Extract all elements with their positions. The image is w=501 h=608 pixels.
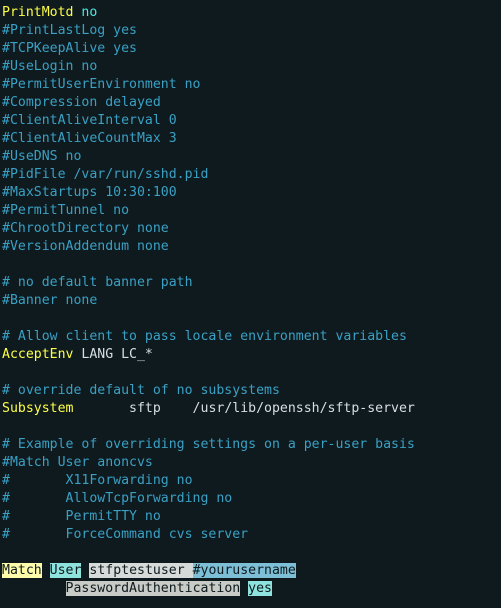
token-comment: #Match User anoncvs (2, 455, 153, 470)
token-comment: # ForceCommand cvs server (2, 527, 248, 542)
token-comment: # PermitTTY no (2, 509, 161, 524)
token-kw: AcceptEnv (2, 347, 73, 362)
token-hl-user: User (50, 563, 82, 578)
token-comment: #Compression delayed (2, 95, 161, 110)
token-plain: LANG LC_* (73, 347, 152, 362)
token-comment: # override default of no subsystems (2, 383, 280, 398)
token-comment: #UseDNS no (2, 149, 81, 164)
config-line: #PermitUserEnvironment no (2, 77, 201, 92)
config-line: Match User stfptestuser #yourusername (2, 563, 296, 578)
config-line: #PermitTunnel no (2, 203, 129, 218)
token-comment: #UseLogin no (2, 59, 97, 74)
token-hl-yes: yes (248, 581, 272, 596)
token-comment: # Example of overriding settings on a pe… (2, 437, 415, 452)
config-line: # Example of overriding settings on a pe… (2, 437, 415, 452)
config-file-editor[interactable]: PrintMotd no #PrintLastLog yes #TCPKeepA… (0, 0, 501, 598)
token-comment: # X11Forwarding no (2, 473, 193, 488)
config-line: #ClientAliveCountMax 3 (2, 131, 177, 146)
token-hl-comment: #yourusername (193, 563, 296, 578)
config-line: # no default banner path (2, 275, 193, 290)
config-line: #MaxStartups 10:30:100 (2, 185, 177, 200)
config-line: # PermitTTY no (2, 509, 161, 524)
token-comment: #ChrootDirectory none (2, 221, 169, 236)
config-line: #UseDNS no (2, 149, 81, 164)
token-comment: #PidFile /var/run/sshd.pid (2, 167, 208, 182)
token-comment: #TCPKeepAlive yes (2, 41, 137, 56)
token-comment: # no default banner path (2, 275, 193, 290)
config-line: PasswordAuthentication yes (2, 581, 272, 596)
config-line: #TCPKeepAlive yes (2, 41, 137, 56)
config-line: AcceptEnv LANG LC_* (2, 347, 153, 362)
token-comment: #VersionAddendum none (2, 239, 169, 254)
token-comment: #PermitTunnel no (2, 203, 129, 218)
token-plain (2, 581, 66, 596)
token-hl-pa: PasswordAuthentication (66, 581, 241, 596)
token-plain (240, 581, 248, 596)
token-kw: PrintMotd (2, 5, 73, 20)
config-line: PrintMotd no (2, 5, 97, 20)
token-plain (42, 563, 50, 578)
config-line: # X11Forwarding no (2, 473, 193, 488)
config-line: #Banner none (2, 293, 97, 308)
token-hl-plain: stfptestuser (89, 563, 192, 578)
config-line: #PrintLastLog yes (2, 23, 137, 38)
token-comment: # Allow client to pass locale environmen… (2, 329, 407, 344)
config-line: #Compression delayed (2, 95, 161, 110)
token-kw: Subsystem (2, 401, 73, 416)
token-comment: #PermitUserEnvironment no (2, 77, 201, 92)
token-comment: # AllowTcpForwarding no (2, 491, 232, 506)
token-val: no (81, 5, 97, 20)
config-line: # override default of no subsystems (2, 383, 280, 398)
config-line: #VersionAddendum none (2, 239, 169, 254)
config-line: # AllowTcpForwarding no (2, 491, 232, 506)
config-line: #ClientAliveInterval 0 (2, 113, 177, 128)
config-line: #ChrootDirectory none (2, 221, 169, 236)
token-comment: #MaxStartups 10:30:100 (2, 185, 177, 200)
token-plain: sftp /usr/lib/openssh/sftp-server (73, 401, 414, 416)
token-comment: #PrintLastLog yes (2, 23, 137, 38)
config-line: #Match User anoncvs (2, 455, 153, 470)
config-line: # Allow client to pass locale environmen… (2, 329, 407, 344)
token-hl-match: Match (2, 563, 42, 578)
config-line: #UseLogin no (2, 59, 97, 74)
config-line: #PidFile /var/run/sshd.pid (2, 167, 208, 182)
token-comment: #Banner none (2, 293, 97, 308)
config-line: # ForceCommand cvs server (2, 527, 248, 542)
token-comment: #ClientAliveCountMax 3 (2, 131, 177, 146)
config-line: Subsystem sftp /usr/lib/openssh/sftp-ser… (2, 401, 415, 416)
token-comment: #ClientAliveInterval 0 (2, 113, 177, 128)
